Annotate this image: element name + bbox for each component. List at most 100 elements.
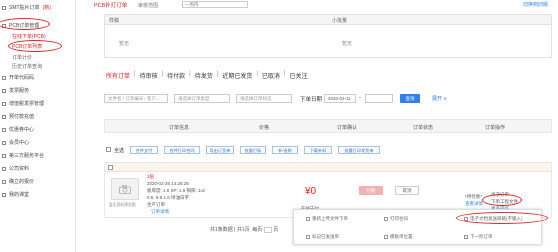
order-checkbox[interactable] xyxy=(108,165,113,170)
sidebar-item-third-party[interactable]: 第三方服务平台 xyxy=(2,152,44,159)
pcb-thumbnail xyxy=(111,178,139,200)
sidebar-item-prepay[interactable]: 预付款充值 xyxy=(2,113,34,120)
summary-header: 样稿 xyxy=(109,18,120,24)
sidebar-item-class[interactable]: 我的课堂 xyxy=(2,191,29,198)
menu-item-reupload[interactable]: 重新上传文件下单 xyxy=(306,216,348,222)
page-title: PCB补打订单 xyxy=(94,3,128,9)
top-bar: PCB补打订单 审核范围 一周内 切换到旧版 xyxy=(90,0,554,10)
batch-print-shipment-button[interactable]: 批量打印发货单 xyxy=(338,146,380,154)
square-icon xyxy=(2,192,6,197)
date-separator: - xyxy=(359,95,361,101)
expand-filter-link[interactable]: 展开 ∨ xyxy=(432,95,447,102)
summary-panel: 样稿 小批量 暂无 暂无 xyxy=(104,14,552,58)
sidebar-item-vat[interactable]: 增值税发票管理 xyxy=(2,100,44,107)
sidebar-item-label: 会员中心 xyxy=(9,140,30,146)
sidebar-item-smt[interactable]: SMT贴片订单 (新) xyxy=(2,4,51,11)
summary-header: 小批量 xyxy=(332,18,348,24)
sidebar-item-label: SMT贴片订单 xyxy=(9,5,40,11)
flag-icon xyxy=(306,235,310,239)
order-status-select[interactable]: 请选择订单状态 xyxy=(236,94,292,103)
sidebar-item-label: 优惠券中心 xyxy=(9,127,35,133)
order-type-select[interactable]: 请选择订单类型 xyxy=(174,94,230,103)
menu-item-print-contract[interactable]: 打印合同 xyxy=(384,216,408,222)
search-button[interactable]: 查询 xyxy=(400,94,420,103)
sidebar-item-online-order[interactable]: 在线下单(PCB) xyxy=(12,33,46,40)
menu-item-label: 标记已发送单 xyxy=(312,234,339,239)
date-to-input[interactable] xyxy=(365,94,393,103)
download-button[interactable]: 下载补料 xyxy=(304,146,332,154)
board-spec: 板厚度: 1.6 SP: 1.6 铜厚: 1oz xyxy=(147,188,206,193)
square-icon xyxy=(2,153,6,158)
upload-icon xyxy=(306,217,310,221)
pay-button[interactable]: 付款 xyxy=(359,186,383,195)
order-price: ¥0 xyxy=(305,186,317,197)
square-icon xyxy=(2,114,6,119)
column-header: 订单确认 xyxy=(337,125,358,131)
pagination-summary: 共1条数据 | 共1页 xyxy=(210,227,250,233)
menu-item-label: 下一阶订单 xyxy=(470,234,493,239)
sidebar-item-history[interactable]: 历史订单查询 xyxy=(12,63,42,70)
bulk-actions: 全选 合并支付 合并打印合同 导出订货单 批量打标 补/退款 下载补料 批量打印… xyxy=(104,146,552,156)
summary-value: 暂无 xyxy=(342,41,353,47)
column-header: 价格 xyxy=(259,125,270,131)
sidebar-item-coupons[interactable]: 优惠券中心 xyxy=(2,126,34,133)
thumbnail-caption: 暂无资料预览图 xyxy=(109,203,136,207)
refund-button[interactable]: 补/退款 xyxy=(272,146,298,154)
export-order-button[interactable]: 导出订货单 xyxy=(206,146,234,154)
menu-item-label: 重新上传文件下单 xyxy=(312,216,348,221)
board-spec-2: 0.5, 6-9 1.6 绿油白字 xyxy=(147,195,190,200)
tab-followed[interactable]: 已关注 xyxy=(287,71,309,80)
square-icon xyxy=(2,5,6,10)
tab-cancelled[interactable]: 已取消 xyxy=(260,71,282,80)
sidebar-item-label: 在线下单(PCB) xyxy=(12,34,46,40)
square-icon xyxy=(2,75,6,80)
tab-all[interactable]: 所有订单 xyxy=(104,71,132,80)
menu-item-label: 打印合同 xyxy=(390,216,408,221)
sidebar-item-label: 我的课堂 xyxy=(9,192,30,198)
menu-item-mark-sent[interactable]: 标记已发送单 xyxy=(306,234,339,240)
sidebar-item-invoice[interactable]: 发票服务 xyxy=(2,87,29,94)
layer-count: 2层 xyxy=(147,174,155,179)
sidebar-item-company[interactable]: 公司资料 xyxy=(2,165,29,172)
sidebar-item-label: 发票服务 xyxy=(9,88,30,94)
search-bar: 文件名 / 订单编号 / 客户... 请选择订单类型 请选择订单状态 下单日期 … xyxy=(104,94,552,104)
status-detail-link[interactable]: 查看详情 xyxy=(465,201,483,207)
time-range-select[interactable]: 一周内 xyxy=(182,1,248,8)
highlight-ellipse xyxy=(8,40,62,52)
page-input[interactable] xyxy=(263,226,272,233)
batch-mark-button[interactable]: 批量打标 xyxy=(240,146,266,154)
merge-print-contract-button[interactable]: 合并打印合同 xyxy=(164,146,200,154)
column-header: 订单操作 xyxy=(485,125,506,131)
order-date: 2020-02-26 14:28:28 xyxy=(147,181,189,186)
highlight-ellipse xyxy=(456,212,548,224)
tab-shipped[interactable]: 近期已发货 xyxy=(220,71,254,80)
select-all-checkbox[interactable] xyxy=(106,147,111,152)
menu-item-next[interactable]: 下一阶订单 xyxy=(464,234,493,240)
sidebar-item-quote[interactable]: 订单计价 xyxy=(12,54,32,61)
order-card-header xyxy=(105,163,551,172)
order-detail-link[interactable]: 订单详情 xyxy=(151,209,169,215)
filter-label: 审核范围 xyxy=(138,3,159,9)
merge-pay-button[interactable]: 合并支付 xyxy=(130,146,158,154)
tab-review[interactable]: 待审核 xyxy=(138,71,160,80)
switch-old-version-link[interactable]: 切换到旧版 xyxy=(523,1,548,8)
keyword-input[interactable]: 文件名 / 订单编号 / 客户... xyxy=(104,94,168,103)
sidebar-item-label: 预付款充值 xyxy=(9,114,35,120)
sidebar-item-code[interactable]: 开单代码码 xyxy=(2,74,34,81)
pagination: 共1条数据 | 共1页 每页 页 xyxy=(210,226,278,233)
highlight-ellipse xyxy=(0,18,50,30)
summary-value: 暂无 xyxy=(119,41,130,47)
sidebar-item-quotes[interactable]: 确立的报价 xyxy=(2,178,34,185)
square-icon xyxy=(2,140,6,145)
order-status: *待付款* xyxy=(465,194,483,199)
tab-to-ship[interactable]: 待发货 xyxy=(193,71,215,80)
menu-item-template[interactable]: 模板单位置 xyxy=(384,234,413,240)
date-label: 下单日期 xyxy=(300,97,323,103)
cancel-button[interactable]: 取消 xyxy=(395,186,419,195)
sidebar-item-member[interactable]: 会员中心 xyxy=(2,139,29,146)
sidebar-item-label: 增值税发票管理 xyxy=(9,101,45,107)
page-size-label: 每页 xyxy=(252,227,263,233)
go-label: 页 xyxy=(273,227,279,233)
date-from-input[interactable]: 2020-01-11 xyxy=(324,94,356,103)
tab-unpaid[interactable]: 待付款 xyxy=(165,71,187,80)
